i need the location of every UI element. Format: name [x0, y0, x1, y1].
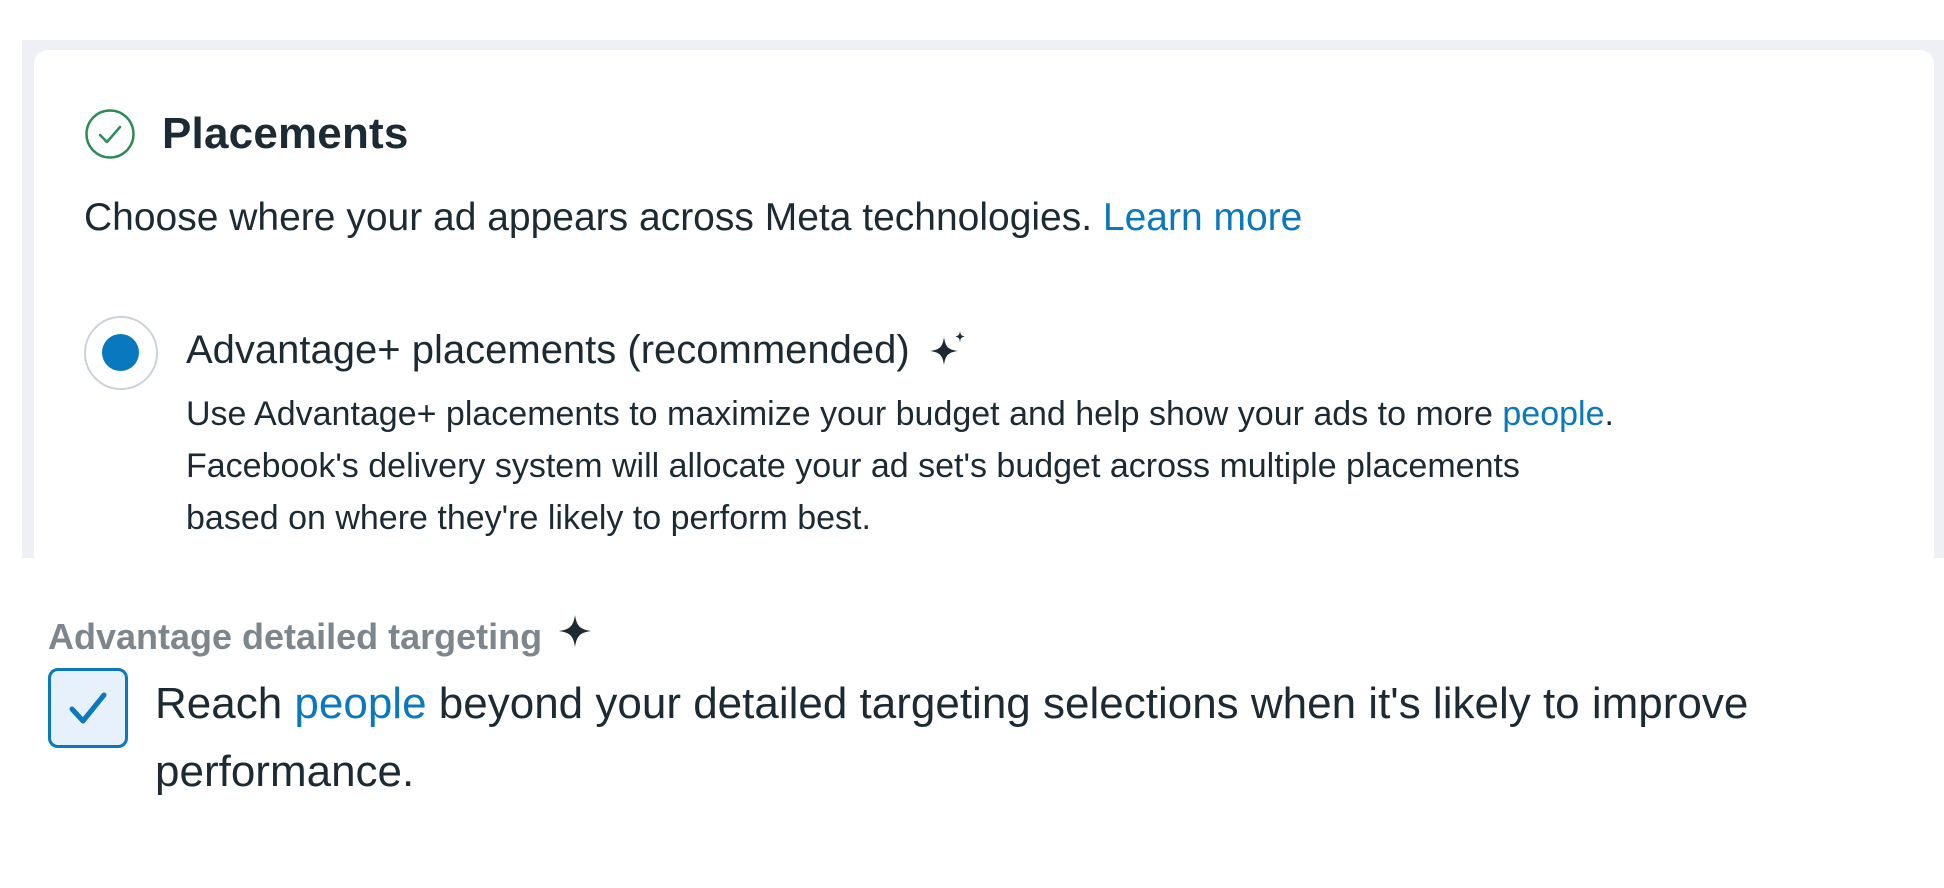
description-text: Use Advantage+ placements to maximize yo…	[186, 395, 1493, 433]
placements-header: Placements	[84, 108, 409, 160]
people-link[interactable]: people	[294, 679, 426, 728]
subtitle-text: Choose where your ad appears across Meta…	[84, 196, 1093, 239]
checkmark-icon	[69, 692, 107, 724]
people-link[interactable]: people	[1502, 395, 1604, 433]
option-description: Use Advantage+ placements to maximize yo…	[186, 388, 1614, 544]
detailed-targeting-description: Reach people beyond your detailed target…	[155, 670, 1748, 806]
option-label: Advantage+ placements (recommended)	[186, 328, 910, 372]
reach-text-suffix: beyond your detailed targeting selection…	[438, 679, 1749, 728]
learn-more-link[interactable]: Learn more	[1103, 196, 1302, 239]
reach-text-prefix: Reach	[155, 679, 283, 728]
advantage-placements-radio[interactable]	[84, 316, 158, 390]
description-line-3: based on where they're likely to perform…	[186, 499, 871, 537]
sparkle-icon	[559, 615, 592, 647]
detailed-targeting-header: Advantage detailed targeting	[48, 615, 594, 658]
description-line-1: Use Advantage+ placements to maximize yo…	[186, 388, 1614, 440]
detailed-targeting-checkbox[interactable]	[48, 668, 128, 748]
sparkle-icon	[929, 330, 965, 365]
description-line-2: Facebook's delivery system will allocate…	[186, 447, 1520, 485]
detailed-targeting-label: Advantage detailed targeting	[48, 616, 543, 657]
placements-subtitle: Choose where your ad appears across Meta…	[84, 196, 1302, 240]
reach-line-1: Reach people beyond your detailed target…	[155, 670, 1748, 738]
section-title: Placements	[162, 109, 409, 158]
advantage-placements-option[interactable]: Advantage+ placements (recommended)	[186, 328, 970, 373]
radio-selected-dot	[102, 334, 139, 371]
reach-line-2: performance.	[155, 747, 415, 796]
description-period: .	[1604, 395, 1614, 433]
check-circle-icon	[85, 109, 135, 159]
